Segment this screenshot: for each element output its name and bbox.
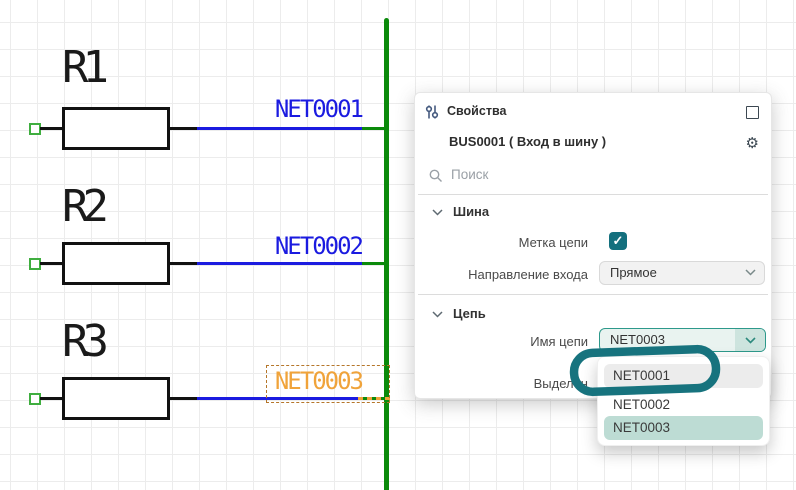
net-name-select[interactable]: NET0003 xyxy=(599,328,766,352)
net-label-net0002[interactable]: NET0002 xyxy=(232,234,362,258)
dropdown-option-net0003[interactable]: NET0003 xyxy=(604,416,763,440)
sliders-icon xyxy=(424,104,440,120)
pin-left-r1 xyxy=(40,127,62,130)
net-name-label: Имя цепи xyxy=(423,334,588,349)
net-label-net0003[interactable]: NET0003 xyxy=(232,369,362,393)
component-ref-r2[interactable]: R2 xyxy=(62,185,103,229)
resistor-body-r3[interactable] xyxy=(62,377,170,420)
net-mark-label: Метка цепи xyxy=(423,235,588,250)
input-direction-select[interactable]: Прямое xyxy=(599,261,765,285)
panel-title: Свойства xyxy=(447,104,506,118)
gear-icon[interactable]: ⚙ xyxy=(746,136,759,151)
chevron-down-icon[interactable] xyxy=(432,209,443,216)
wire-net0001[interactable] xyxy=(197,127,362,130)
component-ref-r1[interactable]: R1 xyxy=(62,46,103,90)
bus-line[interactable] xyxy=(384,18,389,490)
resistor-body-r1[interactable] xyxy=(62,107,170,150)
component-ref-r3[interactable]: R3 xyxy=(62,320,103,364)
chevron-down-icon xyxy=(745,337,756,344)
pin-left-r2 xyxy=(40,262,62,265)
schematic-editor-canvas: { "schematic": { "components": [ {"ref":… xyxy=(0,0,796,490)
resistor-body-r2[interactable] xyxy=(62,242,170,285)
bus-entry-net0001[interactable] xyxy=(362,127,384,130)
input-direction-value: Прямое xyxy=(610,265,657,280)
net-name-value: NET0003 xyxy=(610,332,665,347)
net-name-dropdown: NET0001 NET0002 NET0003 xyxy=(597,356,770,446)
divider xyxy=(418,294,768,295)
input-direction-label: Направление входа xyxy=(423,267,588,282)
search-icon xyxy=(429,169,443,183)
selection-label: Выделен xyxy=(423,376,588,391)
net-label-net0001[interactable]: NET0001 xyxy=(232,97,362,121)
divider xyxy=(418,194,768,195)
pin-right-r2 xyxy=(170,262,197,265)
popout-button[interactable] xyxy=(746,106,759,119)
properties-panel: Свойства BUS0001 ( Вход в шину ) ⚙ Шина … xyxy=(414,92,772,399)
bus-entry-net0002[interactable] xyxy=(362,262,384,265)
pin-right-r3 xyxy=(170,397,197,400)
select-chevron-segment[interactable] xyxy=(735,329,765,351)
chevron-down-icon[interactable] xyxy=(432,311,443,318)
dropdown-option-net0001[interactable]: NET0001 xyxy=(604,364,763,388)
net-mark-checkbox[interactable]: ✓ xyxy=(609,232,627,250)
chevron-down-icon xyxy=(745,269,756,276)
section-net[interactable]: Цепь xyxy=(453,306,486,321)
pin-right-r1 xyxy=(170,127,197,130)
section-bus[interactable]: Шина xyxy=(453,204,489,219)
selected-object-title: BUS0001 ( Вход в шину ) xyxy=(449,134,606,149)
pin-left-r3 xyxy=(40,397,62,400)
wire-net0002[interactable] xyxy=(197,262,362,265)
dropdown-option-net0002[interactable]: NET0002 xyxy=(604,393,763,417)
search-input[interactable] xyxy=(449,166,653,183)
